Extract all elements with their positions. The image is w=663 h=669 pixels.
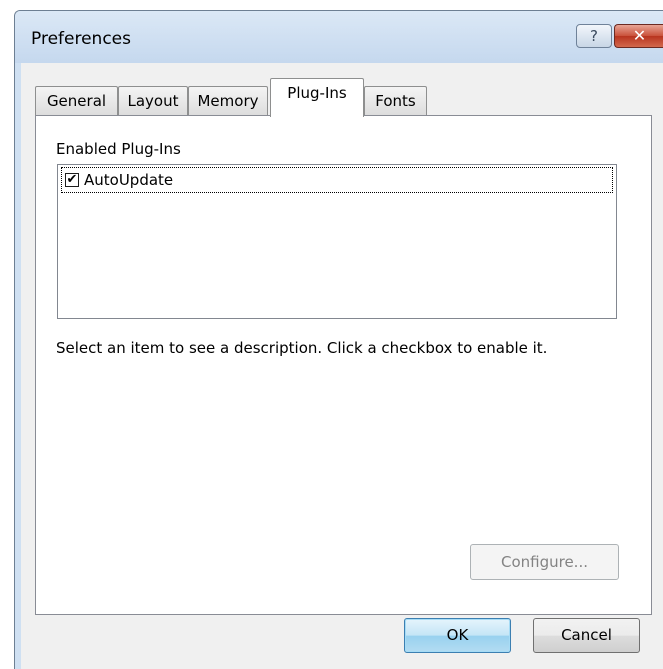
close-button[interactable]: ✕ — [614, 24, 663, 48]
tab-memory[interactable]: Memory — [188, 86, 268, 116]
plugin-description-text: Select an item to see a description. Cli… — [56, 339, 548, 357]
ok-button[interactable]: OK — [404, 618, 511, 653]
help-icon: ? — [590, 27, 598, 45]
help-button[interactable]: ? — [576, 24, 612, 48]
list-item[interactable]: ✔ AutoUpdate — [61, 167, 613, 193]
autoupdate-checkbox[interactable]: ✔ — [65, 173, 79, 187]
enabled-plugins-label: Enabled Plug-Ins — [56, 140, 181, 158]
close-icon: ✕ — [632, 26, 647, 45]
tab-fonts[interactable]: Fonts — [364, 86, 427, 116]
dialog-client-area: General Layout Memory Plug-Ins Fonts Ena… — [21, 63, 663, 669]
title-bar[interactable]: Preferences ? ✕ — [15, 11, 663, 63]
tab-general[interactable]: General — [35, 86, 118, 116]
tab-plug-ins[interactable]: Plug-Ins — [270, 78, 364, 117]
cancel-button[interactable]: Cancel — [533, 618, 640, 653]
configure-button[interactable]: Configure... — [470, 544, 619, 580]
tab-layout[interactable]: Layout — [118, 86, 188, 116]
plug-ins-panel: Enabled Plug-Ins ✔ AutoUpdate Select an … — [35, 115, 652, 615]
preferences-dialog: Preferences ? ✕ General Layout Memory Pl… — [14, 10, 663, 669]
checkmark-icon: ✔ — [66, 172, 78, 187]
plugins-listbox[interactable]: ✔ AutoUpdate — [57, 164, 617, 319]
plugin-item-label: AutoUpdate — [84, 171, 174, 189]
window-title: Preferences — [31, 29, 131, 49]
